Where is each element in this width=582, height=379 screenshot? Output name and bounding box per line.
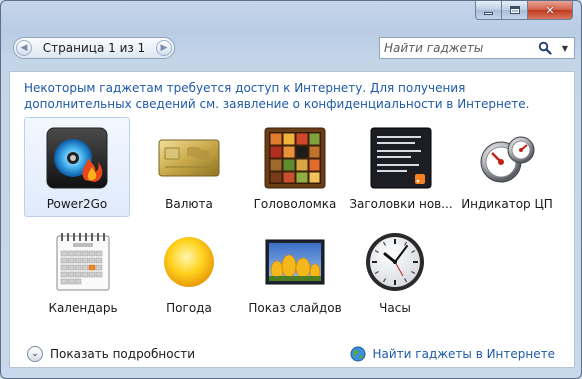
gadget-item-puzzle[interactable]: Головоломка	[242, 117, 348, 217]
gadget-label: Календарь	[48, 301, 118, 315]
get-gadgets-online-link[interactable]: Найти гаджеты в Интернете	[372, 347, 555, 361]
internet-notice: Некоторым гаджетам требуется доступ к Ин…	[24, 81, 530, 111]
show-details-label: Показать подробности	[50, 347, 195, 361]
get-gadgets-online: Найти гаджеты в Интернете	[350, 346, 555, 362]
gadget-gallery-window: ✕ ◀ Страница 1 из 1 ▶ ▼ Некоторым гаджет…	[0, 0, 582, 379]
search-dropdown-button[interactable]: ▼	[556, 38, 574, 58]
footer: ⌄ Показать подробности Найти гаджеты в И…	[9, 338, 575, 368]
gadget-item-currency[interactable]: Валюта	[136, 117, 242, 217]
gadget-item-calendar[interactable]: Календарь	[30, 221, 136, 321]
show-details-toggle[interactable]: ⌄ Показать подробности	[27, 346, 195, 362]
next-page-button[interactable]: ▶	[156, 40, 172, 56]
power2go-icon	[46, 127, 108, 189]
gadget-item-power2go[interactable]: Power2Go	[24, 117, 130, 217]
slideshow-icon	[265, 239, 325, 285]
gadget-item-slideshow[interactable]: Показ слайдов	[242, 221, 348, 321]
chevron-right-icon: ▶	[160, 43, 168, 53]
chevron-down-icon: ▼	[561, 43, 569, 53]
gadget-label: Головоломка	[253, 197, 337, 211]
close-button[interactable]: ✕	[528, 1, 573, 20]
minimize-icon	[484, 11, 493, 15]
page-navigator: ◀ Страница 1 из 1 ▶	[13, 37, 175, 59]
search-icon[interactable]	[538, 41, 552, 55]
gadget-label: Погода	[166, 301, 212, 315]
minimize-button[interactable]	[475, 1, 502, 20]
gadget-label: Заголовки нов...	[349, 197, 453, 211]
gadget-label: Часы	[379, 301, 411, 315]
cpu-meter-icon	[480, 136, 535, 183]
search-input[interactable]	[384, 40, 534, 56]
gadget-label: Power2Go	[46, 197, 108, 211]
calendar-icon	[56, 233, 110, 291]
gadget-label: Валюта	[165, 197, 213, 211]
currency-card-icon	[158, 139, 220, 177]
page-indicator: Страница 1 из 1	[42, 41, 146, 55]
maximize-icon	[509, 6, 520, 14]
clock-icon	[366, 233, 424, 291]
chevron-left-icon: ◀	[20, 43, 28, 53]
puzzle-icon	[264, 127, 326, 189]
news-headlines-icon	[370, 127, 432, 189]
gadget-item-news-headlines[interactable]: Заголовки нов...	[348, 117, 454, 217]
gadget-panel: Некоторым гаджетам требуется доступ к Ин…	[9, 71, 575, 368]
toolbar: ◀ Страница 1 из 1 ▶ ▼	[9, 35, 575, 61]
caption-buttons: ✕	[475, 1, 573, 20]
gadget-item-weather[interactable]: Погода	[136, 221, 242, 321]
gadget-item-cpu-meter[interactable]: Индикатор ЦП	[454, 117, 560, 217]
gadget-label: Показ слайдов	[248, 301, 342, 315]
gadget-label: Индикатор ЦП	[461, 197, 553, 211]
weather-sun-icon	[164, 237, 214, 287]
chevron-down-icon: ⌄	[27, 346, 43, 362]
maximize-button[interactable]	[502, 1, 528, 20]
close-icon: ✕	[545, 3, 555, 17]
gadget-item-clock[interactable]: Часы	[342, 221, 448, 321]
globe-icon	[350, 346, 366, 362]
previous-page-button[interactable]: ◀	[16, 40, 32, 56]
search-box: ▼	[379, 37, 575, 59]
